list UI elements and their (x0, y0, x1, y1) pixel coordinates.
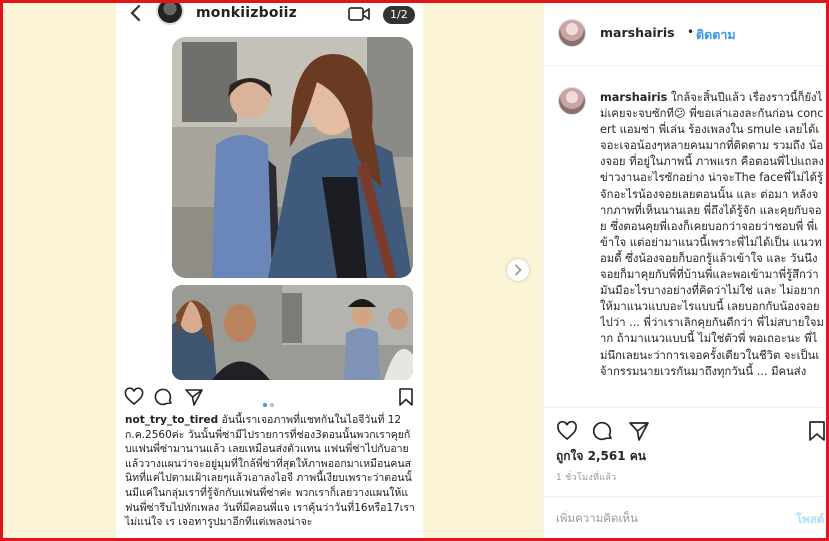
comment-avatar[interactable] (558, 87, 586, 115)
video-camera-icon (348, 7, 370, 21)
chevron-right-icon[interactable] (507, 259, 529, 281)
comment-bubble-icon[interactable] (592, 420, 614, 442)
avatar[interactable] (558, 19, 586, 47)
paper-plane-icon (185, 389, 203, 406)
chevron-left-icon (130, 4, 141, 22)
header-username[interactable]: marshairis (600, 25, 675, 40)
follow-button[interactable]: ติดตาม (696, 25, 736, 45)
photo-group (172, 285, 413, 380)
comment-username[interactable]: marshairis (600, 91, 667, 104)
page-indicator: 1/2 (383, 6, 415, 24)
bookmark-icon (399, 388, 413, 406)
carousel-dots (263, 392, 283, 407)
phone-action-bar (124, 387, 414, 409)
media-area: monkiizboiiz 1/2 not_try_to_tired อันนี้… (3, 3, 543, 538)
bookmark-icon[interactable] (806, 420, 828, 442)
comment-bubble-icon (154, 388, 172, 406)
phone-screenshot: monkiizboiiz 1/2 not_try_to_tired อันนี้… (116, 3, 423, 538)
separator-dot: • (687, 25, 695, 39)
post-button[interactable]: โพสต์ (796, 511, 824, 529)
heart-icon (124, 387, 144, 406)
add-comment-bar: โพสต์ (544, 496, 826, 538)
post-caption: marshairis ใกล้จะสิ้นปีแล้ว เรื่องราวนี้… (600, 90, 824, 402)
comment-text: ใกล้จะสิ้นปีแล้ว เรื่องราวนี้ก็ยังไม่เคย… (600, 91, 824, 378)
phone-username: monkiizboiiz (196, 5, 298, 21)
likes-count[interactable]: ถูกใจ 2,561 คน (556, 447, 646, 466)
post-time[interactable]: 1 ชั่วโมงที่แล้ว (556, 470, 617, 484)
heart-icon[interactable] (556, 420, 578, 442)
caption-username[interactable]: not_try_to_tired (125, 414, 218, 426)
post-panel: marshairis • ติดตาม marshairis ใกล้จะสิ้… (543, 3, 828, 538)
screenshot-frame: monkiizboiiz 1/2 not_try_to_tired อันนี้… (0, 0, 829, 541)
caption-text: อันนี้เราเจอภาพที่แชทกันในไอจีวันที่ 12 … (125, 414, 415, 529)
phone-header: monkiizboiiz 1/2 (116, 3, 423, 29)
paper-plane-icon[interactable] (628, 420, 650, 442)
phone-caption: not_try_to_tired อันนี้เราเจอภาพที่แชทกั… (125, 413, 415, 530)
comment-input[interactable] (556, 511, 776, 525)
post-header: marshairis • ติดตาม (544, 3, 826, 66)
action-bar (544, 407, 828, 448)
photo-woman-denim-jacket (172, 37, 413, 278)
phone-avatar (156, 3, 184, 25)
